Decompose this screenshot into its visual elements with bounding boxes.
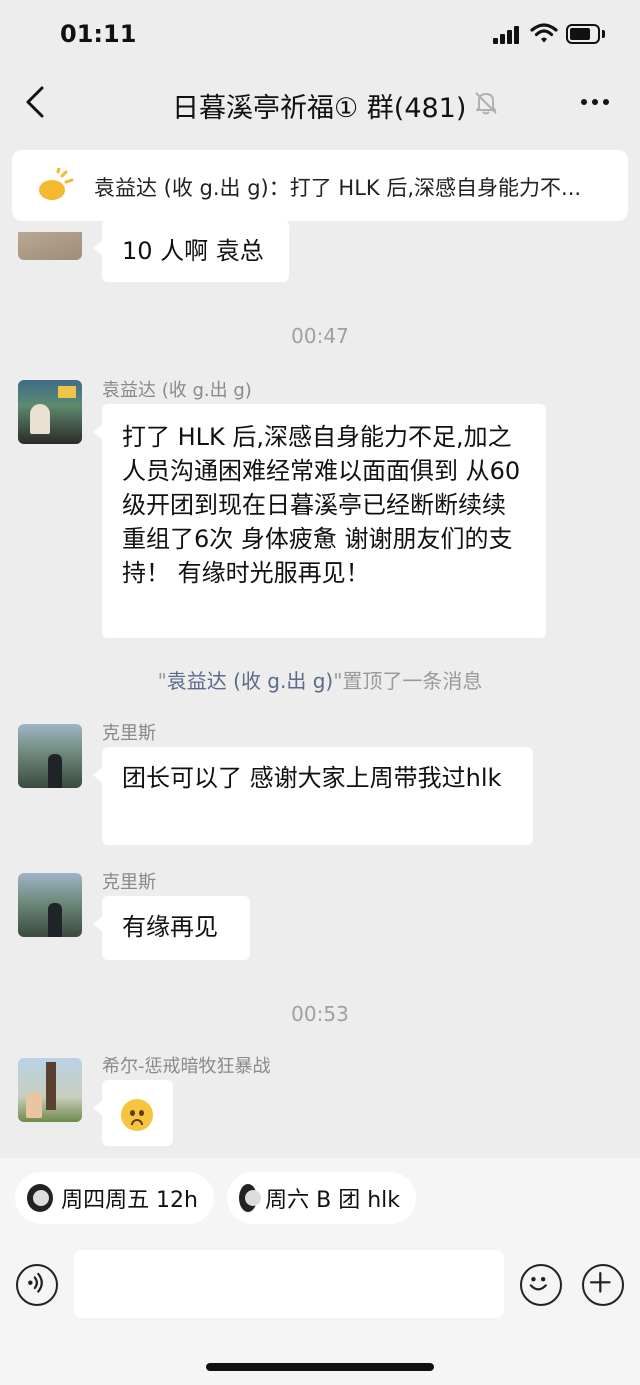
quick-reply-chip[interactable]: 周四周五 12h [15, 1172, 214, 1224]
avatar[interactable] [18, 380, 82, 444]
avatar[interactable] [18, 1058, 82, 1122]
back-button[interactable] [18, 82, 58, 122]
battery-icon [566, 24, 606, 44]
message-input[interactable] [74, 1250, 504, 1318]
chip-avatar-icon [239, 1184, 262, 1212]
sender-name: 克里斯 [102, 723, 156, 744]
emoji-button[interactable] [520, 1264, 562, 1306]
message-text: 有缘再见 [122, 913, 218, 941]
sender-name: 希尔-惩戒暗牧狂暴战 [102, 1056, 271, 1077]
message-bubble[interactable] [93, 1080, 173, 1146]
timestamp: 00:47 [291, 324, 349, 348]
quick-reply-chip[interactable]: 周六 B 团 hlk [227, 1172, 416, 1224]
status-bar: 01:11 [0, 0, 640, 70]
signal-icon [493, 26, 523, 44]
wifi-icon [530, 23, 558, 43]
system-message-prefix: " [157, 669, 167, 693]
more-functions-button[interactable] [582, 1264, 624, 1306]
mute-bell-icon [475, 92, 497, 115]
announcement-icon [39, 168, 74, 200]
pinned-message-banner[interactable]: 袁益达 (收 g.出 g)：打了 HLK 后,深感自身能力不... [12, 150, 628, 221]
plus-icon [589, 1271, 611, 1293]
avatar[interactable] [18, 724, 82, 788]
sad-face-emoji-icon [121, 1099, 153, 1131]
sender-name: 克里斯 [102, 872, 156, 893]
message-text: 10 人啊 袁总 [122, 237, 264, 265]
status-time: 01:11 [60, 20, 137, 48]
pinned-message-text: 袁益达 (收 g.出 g)：打了 HLK 后,深感自身能力不... [94, 176, 582, 200]
home-indicator [206, 1363, 434, 1371]
voice-icon [28, 1272, 43, 1293]
avatar[interactable] [18, 873, 82, 937]
chat-header: 日暮溪亭祈福① 群(481) [0, 70, 640, 136]
message-bubble[interactable]: 打了 HLK 后,深感自身能力不足,加之人员沟通困难经常难以面面俱到 从60级开… [93, 404, 546, 638]
quick-reply-label: 周六 B 团 hlk [265, 1188, 400, 1213]
smiley-icon [529, 1277, 547, 1291]
system-message: "袁益达 (收 g.出 g)"置顶了一条消息 [0, 665, 640, 694]
voice-input-button[interactable] [16, 1264, 58, 1306]
message-bubble[interactable]: 有缘再见 [93, 896, 250, 960]
message-text: 团长可以了 感谢大家上周带我过hlk [122, 764, 502, 792]
chip-avatar-icon [27, 1184, 54, 1212]
message-text: 打了 HLK 后,深感自身能力不足,加之人员沟通困难经常难以面面俱到 从60级开… [122, 423, 521, 587]
chat-title[interactable]: 日暮溪亭祈福① 群(481) [172, 86, 466, 125]
more-options-button[interactable] [575, 94, 615, 110]
message-bubble[interactable]: 团长可以了 感谢大家上周带我过hlk [93, 747, 533, 845]
sender-name: 袁益达 (收 g.出 g) [102, 380, 252, 401]
system-message-user[interactable]: 袁益达 (收 g.出 g) [167, 669, 333, 693]
message-bubble[interactable]: 10 人啊 袁总 [93, 220, 289, 282]
quick-reply-label: 周四周五 12h [61, 1188, 198, 1213]
timestamp: 00:53 [291, 1002, 349, 1026]
system-message-suffix: "置顶了一条消息 [333, 669, 483, 693]
